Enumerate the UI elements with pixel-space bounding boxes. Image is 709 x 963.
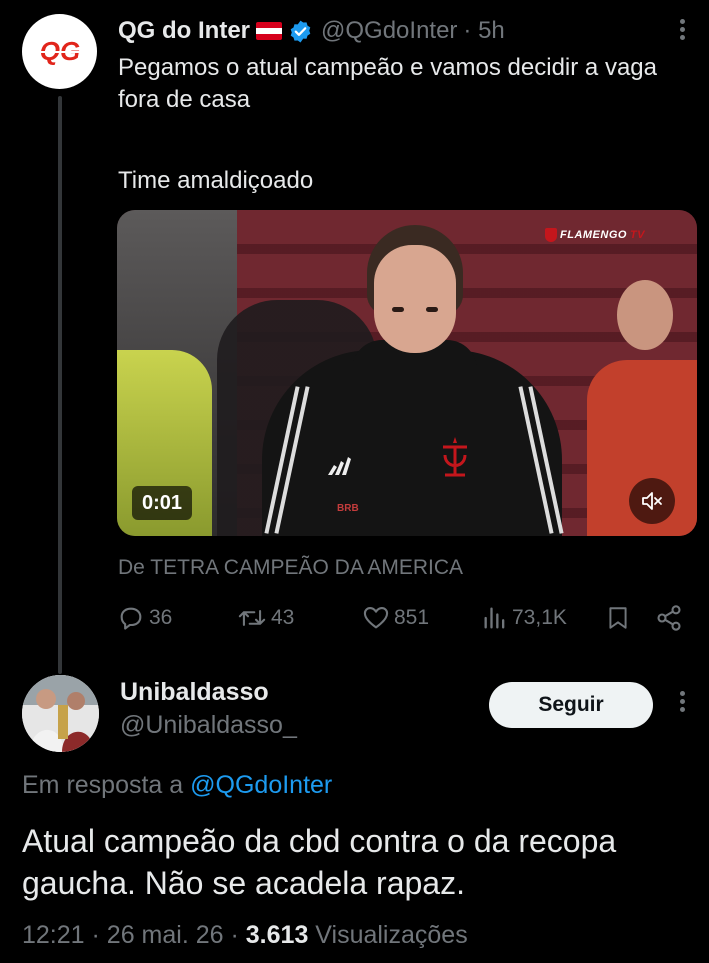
flamengo-crest-icon	[443, 437, 467, 477]
author-name[interactable]: QG do Inter	[118, 17, 250, 45]
tweet-header: QG do Inter @QGdoInter · 5h	[118, 14, 505, 48]
like-icon	[363, 607, 389, 629]
thread-connector-line	[58, 96, 62, 674]
watermark-text: FLAMENGO	[560, 229, 627, 241]
reply-views-label: Visualizações	[315, 921, 468, 949]
tweet-text: Pegamos o atual campeão e vamos decidir …	[118, 54, 657, 113]
reply-meta: 12:21 · 26 mai. 26 · 3.613 Visualizações	[22, 921, 468, 950]
reply-date[interactable]: 26 mai. 26	[107, 921, 224, 949]
repost-icon	[238, 610, 266, 626]
austria-flag-icon	[256, 22, 282, 40]
views-icon	[484, 607, 505, 629]
reply-author-handle[interactable]: @Unibaldasso_	[120, 711, 297, 740]
qg-avatar[interactable]: QG	[22, 14, 97, 89]
qg-logo-icon: QG	[33, 36, 86, 66]
reply-context: Em resposta a @QGdoInter	[22, 771, 332, 800]
author-handle[interactable]: @QGdoInter	[321, 17, 457, 45]
more-icon[interactable]	[670, 16, 694, 46]
reply-count: 36	[149, 606, 173, 629]
reply-more-icon[interactable]	[670, 688, 694, 718]
reply-author-name[interactable]: Unibaldasso	[120, 678, 269, 707]
video-timestamp: 0:01	[132, 486, 193, 520]
verified-badge-icon	[290, 20, 311, 42]
tweet-detail-screen: QG QG do Inter @QGdoInter · 5h Pegamos o…	[0, 0, 709, 963]
mute-icon	[642, 492, 662, 510]
share-button[interactable]	[655, 600, 683, 636]
reply-icon	[120, 607, 142, 630]
bookmark-button[interactable]	[605, 600, 631, 636]
reply-time[interactable]: 12:21	[22, 921, 85, 949]
meta-separator-2: ·	[230, 921, 239, 949]
repost-button[interactable]: 43	[237, 600, 294, 636]
reply-button[interactable]: 36	[117, 600, 172, 636]
share-icon	[657, 605, 681, 631]
video-source-label[interactable]: De TETRA CAMPEÃO DA AMERICA	[118, 556, 463, 580]
video-player[interactable]: BRB FLAMENGO TV 0:01	[117, 210, 697, 536]
reply-prefix: Em resposta a	[22, 771, 184, 799]
views-button[interactable]: 73,1K	[482, 600, 567, 636]
avatar-photo-icon	[22, 675, 99, 752]
like-button[interactable]: 851	[362, 600, 429, 636]
like-count: 851	[394, 606, 430, 629]
meta-separator: ·	[91, 921, 100, 949]
tweet-actions: 36 43 851 73,1K	[117, 600, 697, 636]
player-figure: BRB	[262, 225, 564, 536]
flamengo-tv-watermark: FLAMENGO TV	[545, 228, 645, 242]
view-count: 73,1K	[512, 606, 567, 629]
sponsor-text: BRB	[337, 503, 359, 514]
reply-views-count: 3.613	[245, 921, 309, 949]
tweet-text-line2: Time amaldiçoado	[118, 167, 314, 194]
reply-text: Atual campeão da cbd contra o da recopa …	[22, 823, 617, 901]
follow-button[interactable]: Seguir	[489, 682, 653, 728]
mute-button[interactable]	[629, 478, 675, 524]
unibaldasso-avatar[interactable]	[22, 675, 99, 752]
time-ago[interactable]: · 5h	[463, 17, 504, 45]
repost-count: 43	[271, 606, 295, 629]
reply-mention-link[interactable]: @QGdoInter	[190, 771, 332, 799]
adidas-logo-icon	[328, 457, 351, 475]
bookmark-icon	[609, 607, 627, 629]
watermark-suffix: TV	[629, 229, 646, 241]
